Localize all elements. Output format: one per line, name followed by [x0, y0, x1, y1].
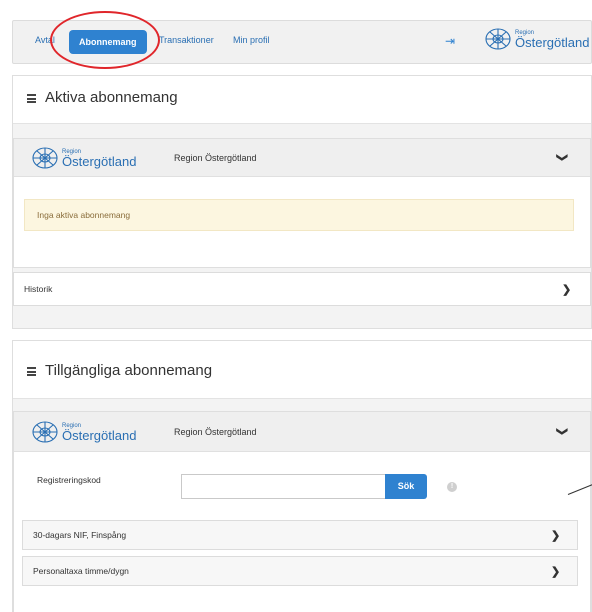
panel-title: Tillgängliga abonnemang: [45, 362, 213, 379]
chevron-right-icon[interactable]: ❯: [562, 283, 571, 296]
region-emblem-icon: [32, 147, 58, 169]
logout-icon[interactable]: ⇥: [445, 34, 455, 48]
history-label: Historik: [24, 284, 53, 294]
panel-title: Aktiva abonnemang: [45, 89, 178, 106]
highlight-circle-annotation: [50, 11, 160, 69]
logo-big-text: Östergötland: [62, 427, 137, 443]
registration-code-label: Registreringskod: [37, 475, 101, 485]
org-name: Region Östergötland: [174, 153, 257, 163]
region-emblem-icon: [32, 421, 58, 443]
region-logo: Region Östergötland: [483, 27, 589, 51]
history-row[interactable]: Historik ❯: [13, 272, 591, 306]
info-icon[interactable]: !: [447, 482, 457, 492]
org-card: Region Östergötland Region Östergötland …: [13, 138, 591, 268]
region-logo: Region Östergötland: [30, 146, 136, 170]
list-icon: [27, 367, 36, 376]
chevron-down-icon[interactable]: ❯: [556, 427, 569, 436]
subscription-item[interactable]: Personaltaxa timme/dygn ❯: [22, 556, 578, 586]
active-subscriptions-panel: Aktiva abonnemang Region Östergötland Re…: [12, 75, 592, 329]
subscription-item-label: 30-dagars NIF, Finspång: [33, 530, 127, 540]
registration-code-input[interactable]: [181, 474, 386, 499]
logo-big-text: Östergötland: [62, 153, 137, 169]
list-icon: [27, 94, 36, 103]
region-emblem-icon: [485, 28, 511, 50]
subscription-item[interactable]: 30-dagars NIF, Finspång ❯: [22, 520, 578, 550]
panel-header: Tillgängliga abonnemang: [13, 341, 591, 399]
panel-header: Aktiva abonnemang: [13, 76, 591, 124]
no-subscriptions-alert: Inga aktiva abonnemang: [24, 199, 574, 231]
org-card-header[interactable]: Region Östergötland Region Östergötland …: [14, 412, 590, 452]
subscription-item-label: Personaltaxa timme/dygn: [33, 566, 129, 576]
nav-tab-min-profil[interactable]: Min profil: [233, 35, 270, 45]
chevron-down-icon[interactable]: ❯: [556, 153, 569, 162]
org-card-header[interactable]: Region Östergötland Region Östergötland …: [14, 139, 590, 177]
nav-tab-transaktioner[interactable]: Transaktioner: [159, 35, 214, 45]
region-logo: Region Östergötland: [30, 420, 136, 444]
search-button[interactable]: Sök: [385, 474, 427, 499]
chevron-right-icon[interactable]: ❯: [551, 529, 560, 542]
logo-big-text: Östergötland: [515, 34, 590, 50]
org-name: Region Östergötland: [174, 427, 257, 437]
chevron-right-icon[interactable]: ❯: [551, 565, 560, 578]
